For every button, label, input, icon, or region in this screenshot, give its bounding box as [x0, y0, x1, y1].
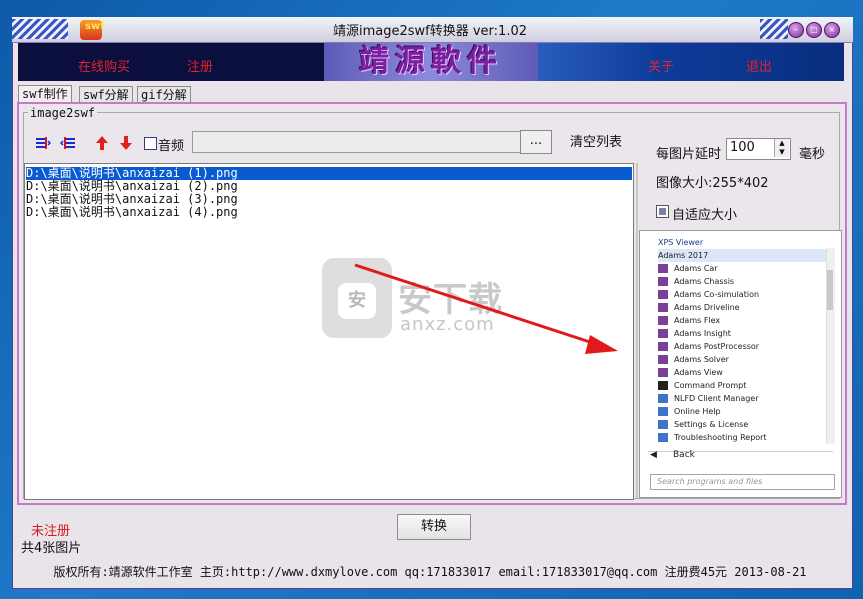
swf-logo-text: swf [85, 21, 105, 32]
app-icon [658, 355, 668, 364]
preview-item: Adams Insight [674, 329, 731, 338]
image-size-label: 图像大小:255*402 [656, 176, 769, 191]
tab-swf-split[interactable]: swf分解 [79, 86, 133, 103]
close-icon[interactable]: × [824, 22, 840, 38]
app-icon [658, 420, 668, 429]
preview-item: Adams Flex [674, 316, 721, 325]
app-icon [658, 290, 668, 299]
preview-item: NLFD Client Manager [674, 394, 759, 403]
preview-item: XPS Viewer [658, 238, 704, 247]
convert-button[interactable]: 转换 [397, 514, 471, 540]
preview-item: Adams PostProcessor [674, 342, 760, 351]
exit-link[interactable]: 退出 [746, 56, 772, 75]
buy-online-link[interactable]: 在线购买 [78, 56, 130, 75]
move-up-icon[interactable] [94, 135, 110, 151]
auto-fit-checkbox[interactable] [656, 205, 669, 218]
copyright-footer: 版权所有:靖源软件工作室 主页:http://www.dxmylove.com … [53, 565, 807, 579]
preview-item: Troubleshooting Report [674, 433, 767, 442]
title-bar-stripes [12, 19, 68, 39]
preview-item: Adams 2017 [658, 249, 826, 262]
panel-divider [636, 163, 638, 498]
preview-scroll-thumb [827, 270, 833, 310]
maximize-icon[interactable]: □ [806, 22, 822, 38]
app-icon [658, 277, 668, 286]
image-count: 共4张图片 [21, 541, 82, 556]
banner-right [538, 43, 844, 81]
preview-item: Adams Chassis [674, 277, 735, 286]
minimize-icon[interactable]: – [788, 22, 804, 38]
preview-search: Search programs and files [650, 474, 835, 490]
list-item[interactable]: D:\桌面\说明书\anxaizai (4).png [26, 206, 632, 219]
preview-back-arrow-icon: ◀ [650, 450, 657, 460]
preview-item: Command Prompt [674, 381, 747, 390]
preview-item: Adams Solver [674, 355, 729, 364]
swf-app-icon: swf [80, 20, 105, 40]
title-bar-stripes-right [760, 19, 788, 39]
add-files-icon[interactable] [35, 135, 51, 151]
window-title: 靖源image2swf转换器 ver:1.02 [332, 24, 527, 39]
audio-checkbox[interactable] [144, 137, 157, 150]
delay-spinner[interactable]: ▲ ▼ [774, 139, 789, 157]
app-icon [658, 316, 668, 325]
preview-item: Adams Driveline [674, 303, 740, 312]
preview-back: Back [673, 450, 695, 460]
app-icon [658, 329, 668, 338]
group-label: image2swf [28, 106, 98, 120]
watermark-shield-text: 安 [338, 283, 376, 319]
remove-files-icon[interactable] [60, 135, 76, 151]
preview-item: Adams View [674, 368, 723, 377]
app-icon [658, 368, 668, 377]
app-icon [658, 264, 668, 273]
app-icon [658, 381, 668, 390]
brand-logo: 靖源軟件 [359, 44, 503, 79]
app-icon [658, 342, 668, 351]
watermark-url: anxz.com [400, 314, 495, 335]
preview-item: Adams Car [674, 264, 718, 273]
app-icon [658, 394, 668, 403]
audio-label: 音频 [158, 139, 185, 154]
browse-button[interactable]: ... [520, 130, 552, 154]
app-icon [658, 303, 668, 312]
auto-fit-label: 自适应大小 [672, 208, 738, 223]
clear-list-button[interactable]: 清空列表 [570, 131, 622, 150]
app-icon [658, 407, 668, 416]
banner-left [18, 43, 324, 81]
move-down-icon[interactable] [118, 135, 134, 151]
image-preview: XPS Viewer Adams 2017 Adams Car Adams Ch… [639, 230, 842, 498]
audio-path-input[interactable] [192, 131, 521, 153]
preview-item: Adams Co-simulation [674, 290, 760, 299]
delay-unit: 毫秒 [799, 147, 826, 162]
preview-item: Online Help [674, 407, 721, 416]
preview-item: Settings & License [674, 420, 749, 429]
delay-label: 每图片延时 [656, 147, 722, 162]
delay-value[interactable]: 100 [730, 140, 755, 155]
about-link[interactable]: 关于 [648, 56, 674, 75]
tab-gif-split[interactable]: gif分解 [137, 86, 191, 103]
app-icon [658, 433, 668, 442]
register-link[interactable]: 注册 [187, 56, 213, 75]
